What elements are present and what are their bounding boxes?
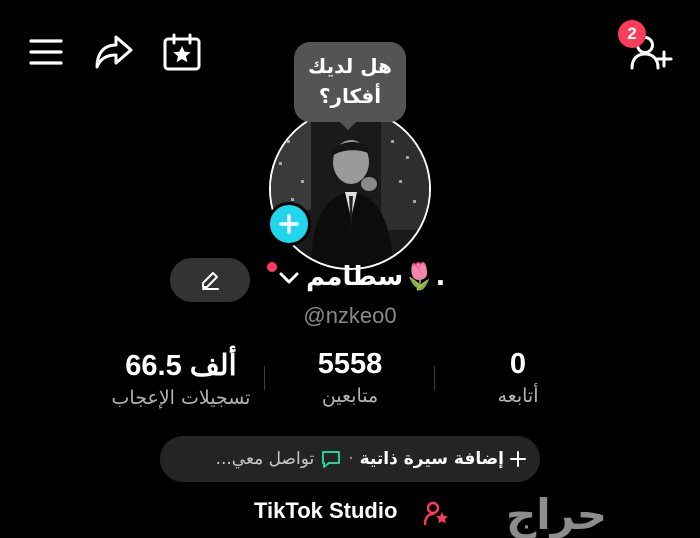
display-name: سطامم🌷. [306, 262, 446, 292]
add-bio-button[interactable]: إضافة سيرة ذاتية [360, 449, 504, 469]
contact-me-button[interactable]: تواصل معي... [216, 449, 315, 469]
ideas-bubble[interactable]: هل لديك أفكار؟ [294, 42, 406, 122]
plus-icon [510, 451, 526, 467]
chat-bubble-icon [322, 451, 341, 468]
edit-profile-button[interactable] [170, 258, 250, 302]
stat-divider [264, 366, 265, 390]
pencil-icon [202, 272, 219, 290]
avatar[interactable] [269, 108, 431, 270]
ideas-bubble-line2: أفكار؟ [318, 84, 382, 108]
ideas-bubble-line1: هل لديك [308, 54, 392, 78]
add-photo-button[interactable] [267, 202, 311, 246]
share-icon[interactable] [94, 33, 134, 71]
display-name-row[interactable]: سطامم🌷. [262, 260, 446, 300]
following-count: 0 [509, 348, 527, 380]
stat-divider [434, 366, 435, 390]
ideas-bubble-tail [338, 120, 358, 130]
watermark-logo: حراج [506, 490, 608, 538]
creator-star-icon [423, 500, 451, 526]
username: @nzkeo0 [303, 303, 397, 328]
tiktok-studio-link[interactable]: TikTok Studio [254, 498, 397, 524]
likes-count: 66.5 ألف [125, 350, 237, 382]
followers-label: متابعين [321, 385, 379, 407]
calendar-star-icon[interactable] [162, 33, 202, 71]
followers-stat[interactable]: 5558 متابعين [285, 348, 415, 407]
likes-stat[interactable]: 66.5 ألف تسجيلات الإعجاب [96, 348, 266, 409]
followers-count: 5558 [317, 348, 383, 380]
bio-actions-pill[interactable]: إضافة سيرة ذاتية · تواصل معي... [160, 436, 540, 482]
following-stat[interactable]: 0 أتابعه [468, 348, 568, 407]
chevron-down-icon[interactable] [278, 270, 300, 289]
notification-badge: 2 [618, 20, 646, 48]
bio-separator: · [348, 449, 354, 469]
menu-icon[interactable] [28, 34, 64, 70]
new-indicator-dot [267, 262, 277, 272]
likes-label: تسجيلات الإعجاب [111, 387, 251, 409]
plus-icon [279, 214, 299, 234]
following-label: أتابعه [497, 385, 539, 407]
